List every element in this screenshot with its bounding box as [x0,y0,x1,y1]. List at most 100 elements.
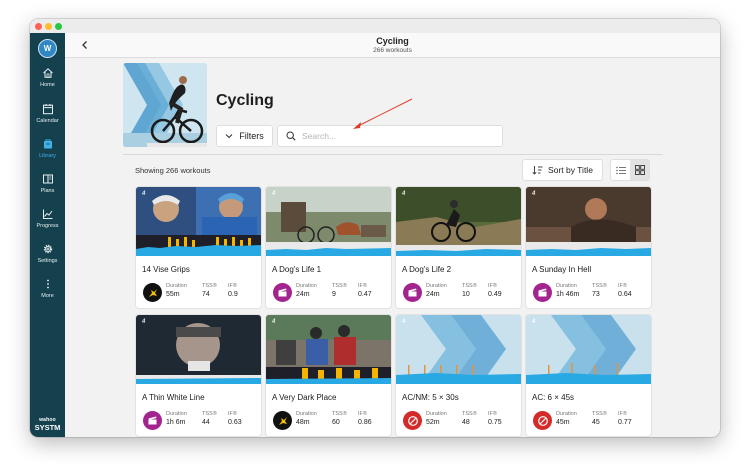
tss-stat: TSS® 48 [462,411,477,426]
grid-view-icon [634,165,645,175]
clapper-icon [533,283,552,302]
sidebar-item-progress[interactable]: Progress [30,208,65,238]
if-stat: IF® 0.75 [488,411,502,426]
sidebar-item-label: Library [39,153,56,159]
workout-thumbnail: 4 [136,187,261,256]
four-dp-badge-icon: 4 [402,191,406,197]
gear-icon [43,244,52,254]
header-title: Cycling [376,36,409,46]
four-dp-badge-icon: 4 [532,191,536,197]
workout-title: A Sunday In Hell [532,265,592,274]
results-count: Showing 266 workouts [135,166,211,175]
tss-stat: TSS® 9 [332,283,347,298]
sidebar-item-label: More [41,293,54,299]
sufferfest-icon [273,411,292,430]
workout-card[interactable]: 4 A Very Dark Place Duration 48m TSS® 60 I… [266,315,391,436]
sidebar-item-more[interactable]: More [30,278,65,308]
filters-label: Filters [239,131,264,141]
window-titlebar [30,19,720,33]
workout-title: A Thin White Line [142,393,205,402]
workout-card[interactable]: 4 AC/NM: 5 × 30s Duration 52m TSS® 48 IF® 0… [396,315,521,436]
workout-thumbnail: 4 [266,315,391,384]
sidebar-item-home[interactable]: Home [30,67,65,97]
workout-title: AC/NM: 5 × 30s [402,393,459,402]
category-hero-image [123,63,207,147]
header-subtitle: 266 workouts [373,47,412,54]
sort-button[interactable]: Sort by Title [522,159,603,181]
workout-thumbnail: 4 [526,315,651,384]
grid-view-button[interactable] [630,160,649,180]
list-view-button[interactable] [611,160,630,180]
duration-stat: Duration 24m [296,283,317,298]
close-window-button[interactable] [35,23,42,30]
sidebar-item-plans[interactable]: Plans [30,173,65,203]
tss-stat: TSS® 60 [332,411,347,426]
sufferfest-icon [143,283,162,302]
workout-thumbnail: 4 [396,187,521,256]
sidebar-item-settings[interactable]: Settings [30,243,65,273]
workout-card[interactable]: 4 A Dog's Life 2 Duration 24m TSS® 10 IF® 0… [396,187,521,308]
four-dp-badge-icon: 4 [272,191,276,197]
four-dp-badge-icon: 4 [142,191,146,197]
filters-button[interactable]: Filters [216,125,273,147]
tss-stat: TSS® 73 [592,283,607,298]
plans-icon [42,174,53,184]
library-icon [43,139,52,149]
if-stat: IF® 0.49 [488,283,502,298]
view-toggle [610,159,650,181]
workout-title: A Very Dark Place [272,393,337,402]
search-icon [286,131,296,141]
app-window: W Home Calendar Library Plans Progress S… [30,19,720,437]
four-dp-badge-icon: 4 [532,319,536,325]
workout-thumbnail: 4 [136,315,261,384]
duration-stat: Duration 52m [426,411,447,426]
workout-title: 14 Vise Grips [142,265,190,274]
sort-icon [532,166,543,175]
sidebar-item-library[interactable]: Library [30,138,65,168]
divider [123,154,663,155]
if-stat: IF® 0.63 [228,411,242,426]
sidebar-item-label: Plans [40,188,55,194]
sidebar-item-calendar[interactable]: Calendar [30,103,65,133]
workout-card[interactable]: 4 A Thin White Line Duration 1h 6m TSS® 44… [136,315,261,436]
sidebar-item-label: Settings [37,258,58,264]
duration-stat: Duration 45m [556,411,577,426]
progress-icon [42,209,52,219]
workout-title: AC: 6 × 45s [532,393,575,402]
chevron-down-icon [225,134,233,139]
duration-stat: Duration 1h 46m [556,283,580,298]
if-stat: IF® 0.77 [618,411,632,426]
zoom-window-button[interactable] [55,23,62,30]
workout-card[interactable]: 4 A Dog's Life 1 Duration 24m TSS® 9 IF® 0.… [266,187,391,308]
if-stat: IF® 0.47 [358,283,372,298]
if-stat: IF® 0.86 [358,411,372,426]
duration-stat: Duration 55m [166,283,187,298]
top-bar: Cycling 266 workouts [65,33,720,58]
search-input[interactable] [302,131,482,141]
sidebar: W Home Calendar Library Plans Progress S… [30,33,65,437]
sidebar-item-label: Calendar [36,118,59,124]
sort-label: Sort by Title [548,165,593,175]
four-dp-badge-icon: 4 [142,319,146,325]
avatar[interactable]: W [38,39,57,58]
wahoo-systm-logo: wahoo SYSTM [34,417,61,432]
page-title: Cycling [216,92,274,109]
list-view-icon [615,166,626,174]
no-entry-icon [403,411,422,430]
more-icon [46,279,49,289]
annotation-arrow [353,98,413,129]
tss-stat: TSS® 44 [202,411,217,426]
minimize-window-button[interactable] [45,23,52,30]
workout-thumbnail: 4 [396,315,521,384]
workout-card[interactable]: 4 A Sunday In Hell Duration 1h 46m TSS® 73… [526,187,651,308]
workout-card[interactable]: 4 14 Vise Grips Duration 55m TSS® 74 IF® 0.… [136,187,261,308]
workout-thumbnail: 4 [526,187,651,256]
workout-thumbnail: 4 [266,187,391,256]
duration-stat: Duration 1h 6m [166,411,187,426]
workout-card[interactable]: 4 AC: 6 × 45s Duration 45m TSS® 45 IF® 0.77 [526,315,651,436]
workout-title: A Dog's Life 1 [272,265,322,274]
tss-stat: TSS® 74 [202,283,217,298]
home-icon [42,68,53,78]
workout-title: A Dog's Life 2 [402,265,452,274]
sidebar-item-label: Progress [36,223,59,229]
